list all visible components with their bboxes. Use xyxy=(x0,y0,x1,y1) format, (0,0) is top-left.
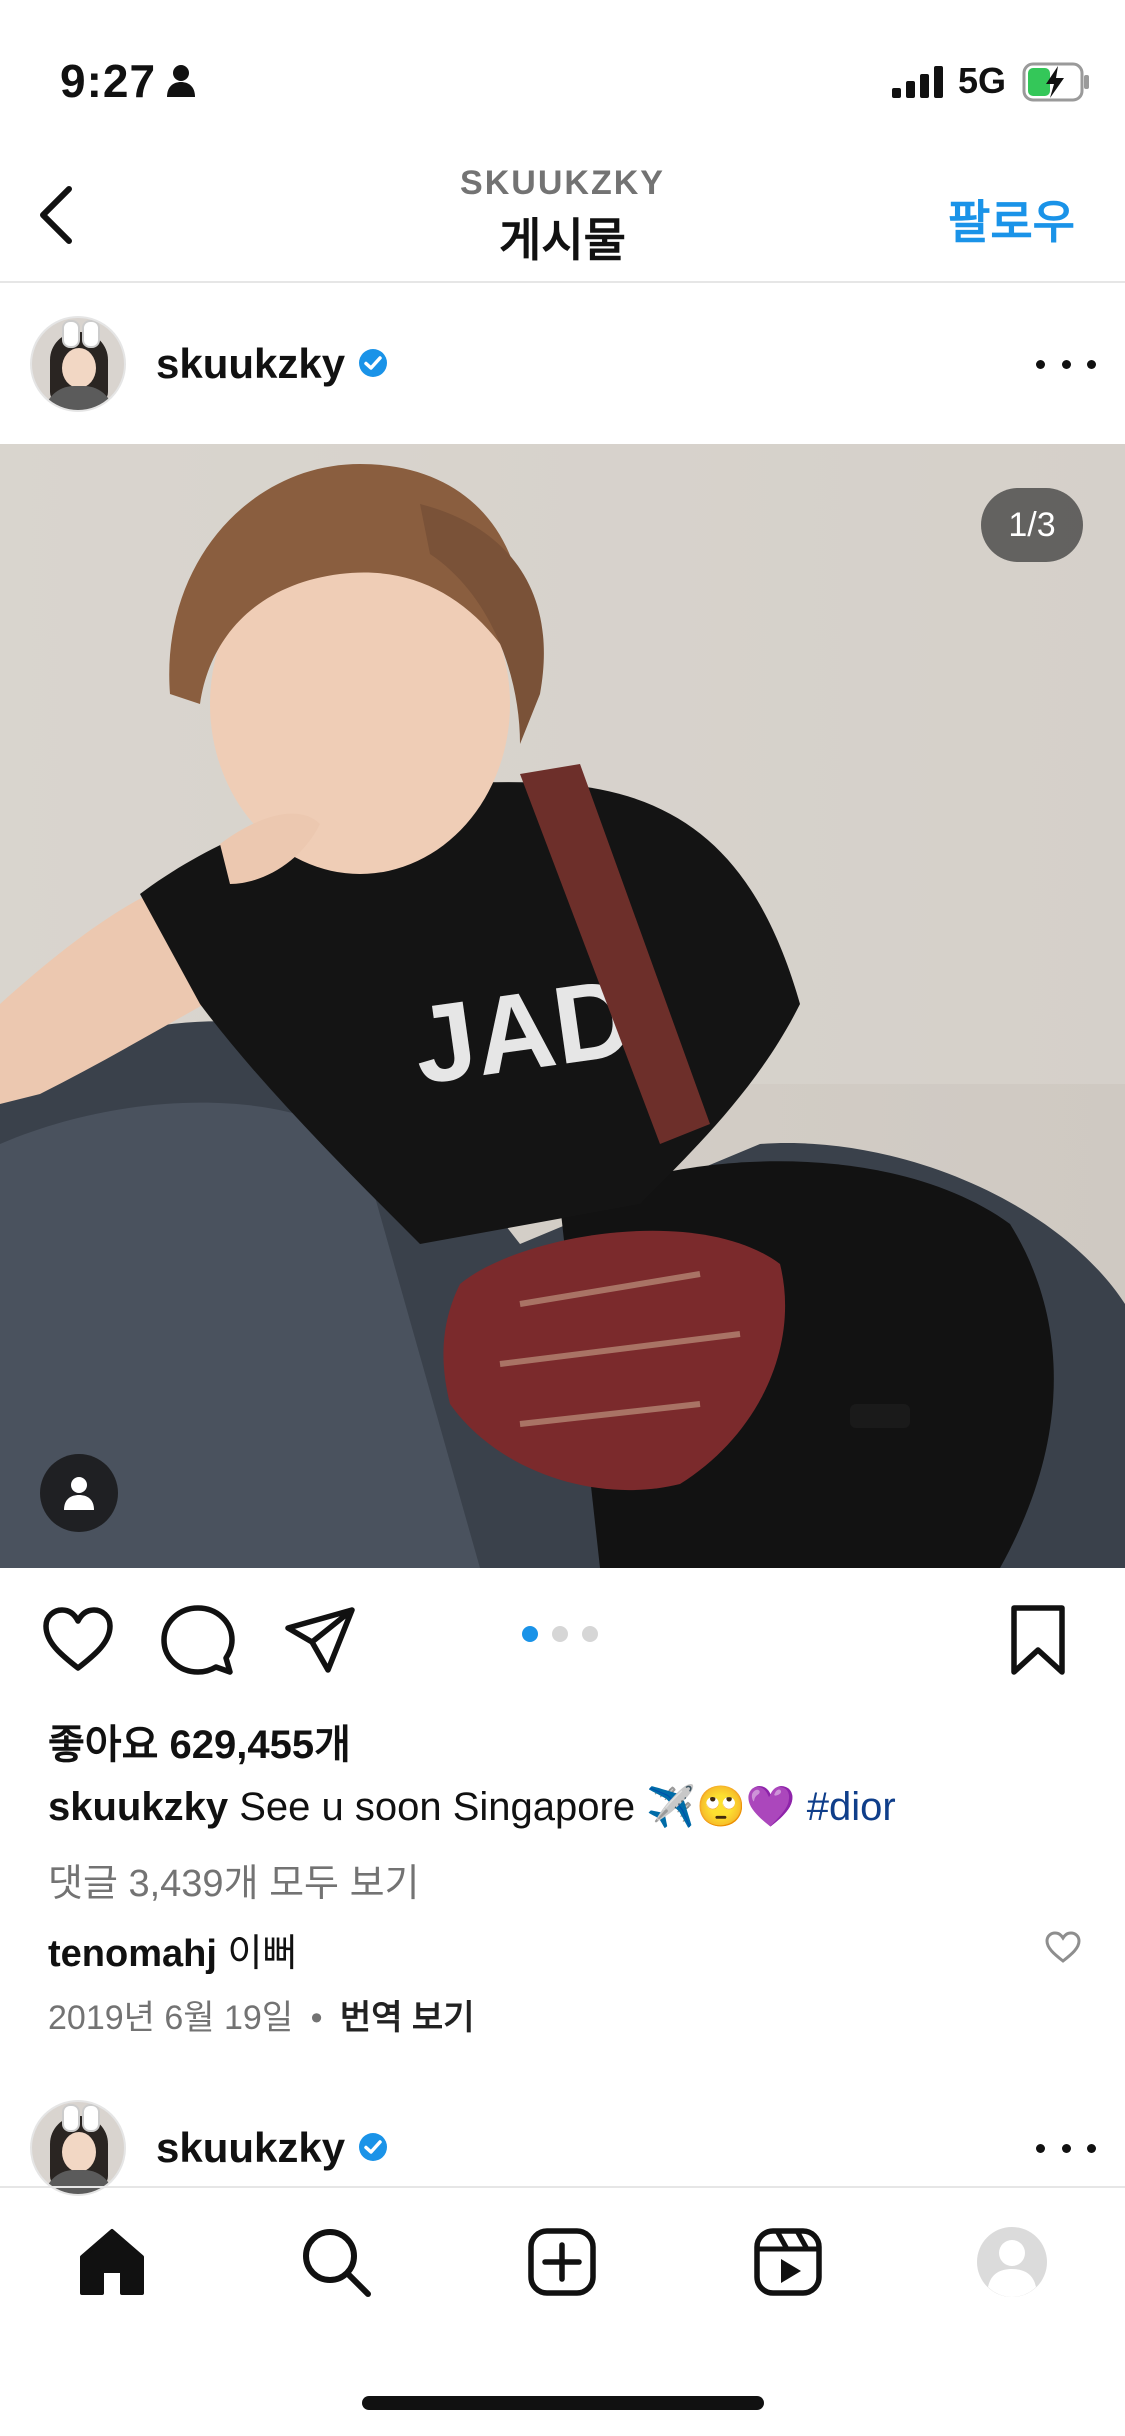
nav-home[interactable] xyxy=(72,2222,152,2302)
person-icon xyxy=(64,1477,94,1510)
post-image[interactable]: JADI xyxy=(0,444,1125,1568)
comment-icon xyxy=(161,1605,235,1675)
status-time: 9:27 xyxy=(60,55,157,107)
create-icon xyxy=(528,2228,596,2296)
view-all-comments-link[interactable]: 댓글 3,439개 모두 보기 xyxy=(48,1852,420,1907)
post-username[interactable]: skuukzky xyxy=(156,340,345,388)
carousel-dot xyxy=(522,1626,538,1642)
nav-search[interactable] xyxy=(296,2222,376,2302)
comment-text: 이뻐 xyxy=(227,1933,298,1975)
comment-like-button[interactable] xyxy=(1044,1930,1082,1969)
translate-link[interactable]: 번역 보기 xyxy=(340,1999,475,2037)
battery-charging-icon xyxy=(1022,62,1090,107)
home-indicator[interactable] xyxy=(362,2396,764,2410)
next-post-avatar[interactable] xyxy=(30,2100,126,2196)
like-button[interactable] xyxy=(40,1602,116,1678)
heart-icon xyxy=(43,1607,113,1671)
network-label: 5G xyxy=(958,60,1007,101)
carousel-indicator xyxy=(522,1626,598,1642)
likes-count[interactable]: 좋아요 629,455개 xyxy=(48,1712,351,1770)
tagged-people-button[interactable] xyxy=(40,1454,118,1532)
signal-icon xyxy=(892,66,944,103)
caption-username[interactable]: skuukzky xyxy=(48,1785,228,1829)
share-icon xyxy=(285,1607,355,1673)
more-options-button[interactable] xyxy=(1036,344,1096,384)
carousel-dot xyxy=(552,1626,568,1642)
reels-icon xyxy=(754,2228,822,2296)
save-button[interactable] xyxy=(1000,1602,1076,1678)
nav-create[interactable] xyxy=(522,2222,602,2302)
bookmark-icon xyxy=(1011,1605,1065,1675)
carousel-dot xyxy=(582,1626,598,1642)
share-button[interactable] xyxy=(282,1602,358,1678)
post-meta: 2019년 6월 19일 • 번역 보기 xyxy=(48,1990,475,2039)
nav-profile[interactable] xyxy=(972,2222,1052,2302)
nav-reels[interactable] xyxy=(748,2222,828,2302)
nav-divider xyxy=(0,2186,1125,2188)
separator: • xyxy=(310,1999,323,2037)
post-caption: skuukzky See u soon Singapore ✈️🙄💜 #dior xyxy=(48,1783,1088,1830)
heart-icon xyxy=(1045,1931,1081,1963)
post-date: 2019년 6월 19일 xyxy=(48,1999,294,2037)
image-counter: 1/3 xyxy=(981,488,1083,562)
hashtag-link[interactable]: #dior xyxy=(807,1785,896,1829)
comment-button[interactable] xyxy=(160,1602,236,1678)
home-icon xyxy=(80,2229,144,2295)
avatar[interactable] xyxy=(30,316,126,412)
next-post-more-button[interactable] xyxy=(1036,2128,1096,2168)
verified-badge-icon xyxy=(358,348,388,378)
next-post-username[interactable]: skuukzky xyxy=(156,2124,345,2172)
search-icon xyxy=(303,2229,371,2297)
caption-text: See u soon Singapore ✈️🙄💜 xyxy=(239,1785,796,1829)
header-divider xyxy=(0,281,1125,283)
profile-icon xyxy=(977,2227,1047,2297)
top-comment: tenomahj 이뻐 xyxy=(48,1922,297,1977)
comment-username[interactable]: tenomahj xyxy=(48,1933,217,1975)
verified-badge-icon xyxy=(358,2132,388,2162)
follow-button[interactable]: 팔로우 xyxy=(948,186,1075,252)
person-icon xyxy=(166,64,196,103)
